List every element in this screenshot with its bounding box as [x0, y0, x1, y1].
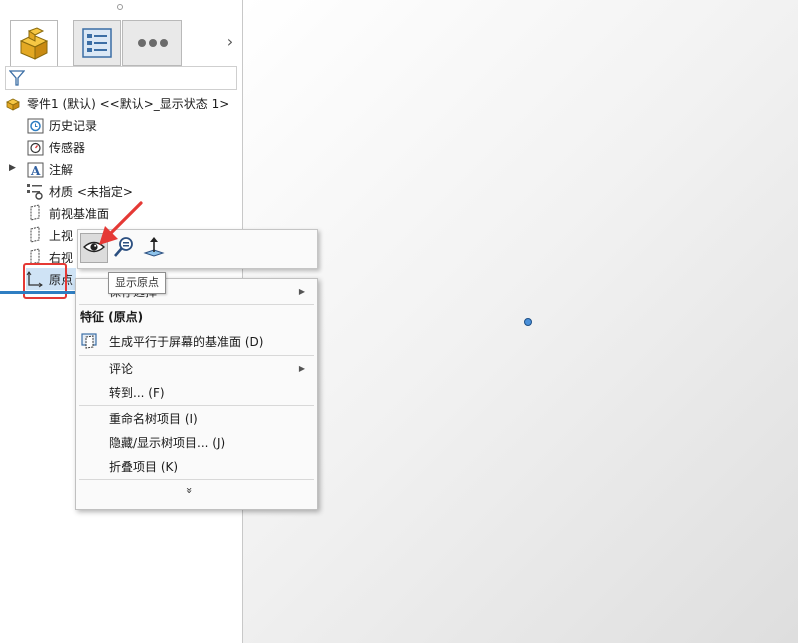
menu-item-hide-show-tree[interactable]: 隐藏/显示树项目... (J): [76, 430, 317, 454]
svg-text:A: A: [30, 164, 41, 178]
tab-property-manager[interactable]: [73, 20, 121, 66]
tab-feature-manager[interactable]: [10, 20, 58, 66]
menu-item-label: 隐藏/显示树项目... (J): [109, 435, 226, 450]
tab-more[interactable]: [122, 20, 182, 66]
context-menu: 保存选择 ▶ 特征 (原点) 生成平行于屏幕的基准面 (D) 评论 ▶ 转到..…: [75, 278, 318, 510]
menu-item-label: 重命名树项目 (I): [109, 411, 198, 426]
tree-item-label: 历史记录: [49, 118, 98, 133]
normal-to-icon: [143, 236, 165, 261]
tree-item-label: 材质 <未指定>: [49, 184, 133, 199]
menu-separator: [79, 304, 314, 305]
tree-filter[interactable]: [5, 66, 237, 90]
menu-item-go-to[interactable]: 转到... (F): [76, 380, 317, 404]
tree-item-label: 上视: [49, 228, 74, 243]
menu-item-create-parallel-plane[interactable]: 生成平行于屏幕的基准面 (D): [76, 329, 317, 353]
annotation-arrow: [99, 201, 143, 245]
tree-item-sensors[interactable]: 传感器: [26, 136, 85, 158]
material-icon: [26, 182, 44, 200]
property-list-icon: [82, 28, 112, 61]
tree-root-part[interactable]: 零件1 (默认) <<默认>_显示状态 1>: [4, 92, 229, 114]
tree-item-history[interactable]: 历史记录: [26, 114, 97, 136]
part-icon: [4, 94, 22, 112]
plane-icon: [26, 204, 44, 222]
expand-menu-icon[interactable]: »: [182, 484, 196, 497]
menu-item-rename[interactable]: 重命名树项目 (I): [76, 406, 317, 430]
menu-item-comment[interactable]: 评论 ▶: [76, 356, 317, 380]
expand-arrow-icon[interactable]: ▶: [9, 163, 16, 173]
tree-item-label: 注解: [49, 162, 74, 177]
tree-item-top-plane[interactable]: 上视: [26, 224, 73, 246]
plane-parallel-icon: [81, 332, 99, 353]
annotation-icon: A: [26, 160, 44, 178]
menu-separator: [79, 479, 314, 480]
panel-grip[interactable]: [117, 4, 123, 10]
tooltip: 显示原点: [108, 272, 166, 294]
menu-item-label: 生成平行于屏幕的基准面 (D): [109, 334, 264, 349]
sensor-icon: [26, 138, 44, 156]
menu-header: 特征 (原点): [80, 310, 144, 324]
submenu-arrow-icon: ▶: [298, 286, 305, 296]
expand-glyph: »: [182, 487, 196, 494]
part-icon: [17, 27, 51, 64]
tabs-scroll-arrow[interactable]: ›: [222, 30, 238, 54]
tree-item-label: 传感器: [49, 140, 86, 155]
ellipsis-icon: [137, 37, 169, 51]
selection-indicator-line: [0, 291, 76, 294]
graphics-area[interactable]: [243, 0, 798, 643]
filter-icon: [8, 69, 26, 90]
tree-item-material[interactable]: 材质 <未指定>: [26, 180, 133, 202]
submenu-arrow-icon: ▶: [298, 363, 305, 373]
origin-point-marker[interactable]: [524, 318, 532, 326]
menu-item-label: 转到... (F): [109, 385, 165, 400]
tree-item-annotations[interactable]: A 注解: [26, 158, 73, 180]
tree-root-label: 零件1 (默认) <<默认>_显示状态 1>: [27, 96, 230, 111]
menu-item-collapse[interactable]: 折叠项目 (K): [76, 454, 317, 478]
plane-icon: [26, 226, 44, 244]
history-icon: [26, 116, 44, 134]
menu-item-label: 折叠项目 (K): [109, 459, 179, 474]
menu-item-label: 评论: [109, 361, 134, 376]
